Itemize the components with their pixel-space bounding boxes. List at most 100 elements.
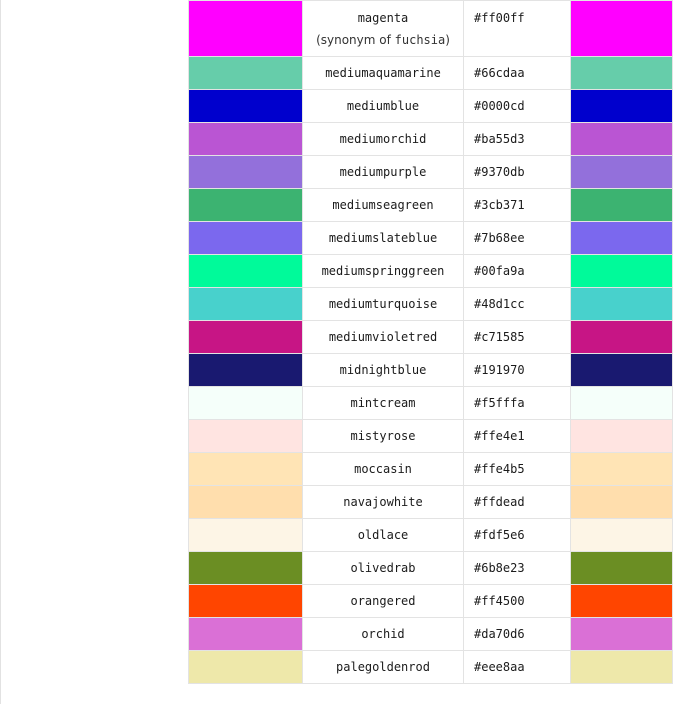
table-row: mediumaquamarine #66cdaa bbox=[188, 56, 673, 90]
color-swatch-right bbox=[570, 320, 673, 354]
color-swatch-left bbox=[188, 551, 303, 585]
color-swatch-left bbox=[188, 56, 303, 90]
hex-value: #3cb371 bbox=[463, 188, 571, 222]
color-swatch-right bbox=[570, 221, 673, 255]
color-name: olivedrab bbox=[302, 551, 464, 585]
color-swatch-right bbox=[570, 617, 673, 651]
color-swatch-left bbox=[188, 650, 303, 684]
table-row: mediumvioletred #c71585 bbox=[188, 320, 673, 354]
table-row: mediumblue #0000cd bbox=[188, 89, 673, 123]
color-swatch-left bbox=[188, 584, 303, 618]
color-swatch-right bbox=[570, 485, 673, 519]
color-name: magenta bbox=[357, 10, 409, 25]
color-swatch-right bbox=[570, 89, 673, 123]
color-name: mediumorchid bbox=[302, 122, 464, 156]
color-name: mediumblue bbox=[302, 89, 464, 123]
hex-value: #ffe4e1 bbox=[463, 419, 571, 453]
color-swatch-right bbox=[570, 353, 673, 387]
table-row: olivedrab #6b8e23 bbox=[188, 551, 673, 585]
table-row: navajowhite #ffdead bbox=[188, 485, 673, 519]
color-name-cell: magenta (synonym of fuchsia) bbox=[302, 0, 464, 57]
hex-value: #f5fffa bbox=[463, 386, 571, 420]
color-name: mediumturquoise bbox=[302, 287, 464, 321]
hex-value: #da70d6 bbox=[463, 617, 571, 651]
color-swatch-left bbox=[188, 221, 303, 255]
color-swatch-right bbox=[570, 56, 673, 90]
hex-value: #eee8aa bbox=[463, 650, 571, 684]
hex-value: #66cdaa bbox=[463, 56, 571, 90]
color-swatch-left bbox=[188, 320, 303, 354]
hex-value: #00fa9a bbox=[463, 254, 571, 288]
table-row: oldlace #fdf5e6 bbox=[188, 518, 673, 552]
table-row: midnightblue #191970 bbox=[188, 353, 673, 387]
table-row: orangered #ff4500 bbox=[188, 584, 673, 618]
table-row: moccasin #ffe4b5 bbox=[188, 452, 673, 486]
color-swatch-right bbox=[570, 386, 673, 420]
color-keyword-table: magenta (synonym of fuchsia) #ff00ff med… bbox=[188, 0, 673, 684]
hex-value: #ffe4b5 bbox=[463, 452, 571, 486]
hex-value: #48d1cc bbox=[463, 287, 571, 321]
color-swatch-left bbox=[188, 518, 303, 552]
color-swatch-right bbox=[570, 188, 673, 222]
color-name: mediumspringgreen bbox=[302, 254, 464, 288]
hex-value: #9370db bbox=[463, 155, 571, 189]
color-swatch-left bbox=[188, 188, 303, 222]
hex-value: #ba55d3 bbox=[463, 122, 571, 156]
color-name: moccasin bbox=[302, 452, 464, 486]
table-row: magenta (synonym of fuchsia) #ff00ff bbox=[188, 0, 673, 57]
color-swatch-right bbox=[570, 122, 673, 156]
color-swatch-left bbox=[188, 254, 303, 288]
table-row: mediumorchid #ba55d3 bbox=[188, 122, 673, 156]
color-swatch-right bbox=[570, 551, 673, 585]
table-row: palegoldenrod #eee8aa bbox=[188, 650, 673, 684]
hex-value: #0000cd bbox=[463, 89, 571, 123]
color-swatch-left bbox=[188, 386, 303, 420]
color-swatch-left bbox=[188, 419, 303, 453]
hex-value: #fdf5e6 bbox=[463, 518, 571, 552]
color-name: mediumseagreen bbox=[302, 188, 464, 222]
synonym-note: (synonym of fuchsia) bbox=[316, 32, 450, 47]
color-swatch-left bbox=[188, 89, 303, 123]
color-name: mintcream bbox=[302, 386, 464, 420]
color-name: mediumslateblue bbox=[302, 221, 464, 255]
table-row: mediumpurple #9370db bbox=[188, 155, 673, 189]
color-swatch-left bbox=[188, 287, 303, 321]
color-name: orchid bbox=[302, 617, 464, 651]
color-name: mediumpurple bbox=[302, 155, 464, 189]
table-row: orchid #da70d6 bbox=[188, 617, 673, 651]
color-name: mediumaquamarine bbox=[302, 56, 464, 90]
color-swatch-left bbox=[188, 485, 303, 519]
color-swatch-right bbox=[570, 0, 673, 57]
synonym-keyword: fuchsia bbox=[394, 32, 446, 47]
color-name: midnightblue bbox=[302, 353, 464, 387]
hex-value: #ffdead bbox=[463, 485, 571, 519]
color-name: navajowhite bbox=[302, 485, 464, 519]
table-row: mediumslateblue #7b68ee bbox=[188, 221, 673, 255]
color-swatch-left bbox=[188, 617, 303, 651]
color-swatch-left bbox=[188, 452, 303, 486]
color-swatch-right bbox=[570, 518, 673, 552]
color-name: orangered bbox=[302, 584, 464, 618]
color-name: mediumvioletred bbox=[302, 320, 464, 354]
color-name: palegoldenrod bbox=[302, 650, 464, 684]
table-row: mistyrose #ffe4e1 bbox=[188, 419, 673, 453]
color-swatch-right bbox=[570, 254, 673, 288]
color-name: oldlace bbox=[302, 518, 464, 552]
hex-value: #c71585 bbox=[463, 320, 571, 354]
color-swatch-right bbox=[570, 650, 673, 684]
color-swatch-left bbox=[188, 122, 303, 156]
table-row: mediumspringgreen #00fa9a bbox=[188, 254, 673, 288]
color-swatch-right bbox=[570, 419, 673, 453]
color-swatch-right bbox=[570, 452, 673, 486]
color-swatch-left bbox=[188, 155, 303, 189]
left-border bbox=[0, 0, 1, 704]
hex-value: #ff4500 bbox=[463, 584, 571, 618]
hex-value: #191970 bbox=[463, 353, 571, 387]
hex-value: #ff00ff bbox=[463, 0, 571, 57]
table-row: mediumseagreen #3cb371 bbox=[188, 188, 673, 222]
hex-value: #6b8e23 bbox=[463, 551, 571, 585]
table-body: magenta (synonym of fuchsia) #ff00ff med… bbox=[188, 0, 673, 684]
table-row: mintcream #f5fffa bbox=[188, 386, 673, 420]
color-swatch-left bbox=[188, 0, 303, 57]
color-swatch-left bbox=[188, 353, 303, 387]
